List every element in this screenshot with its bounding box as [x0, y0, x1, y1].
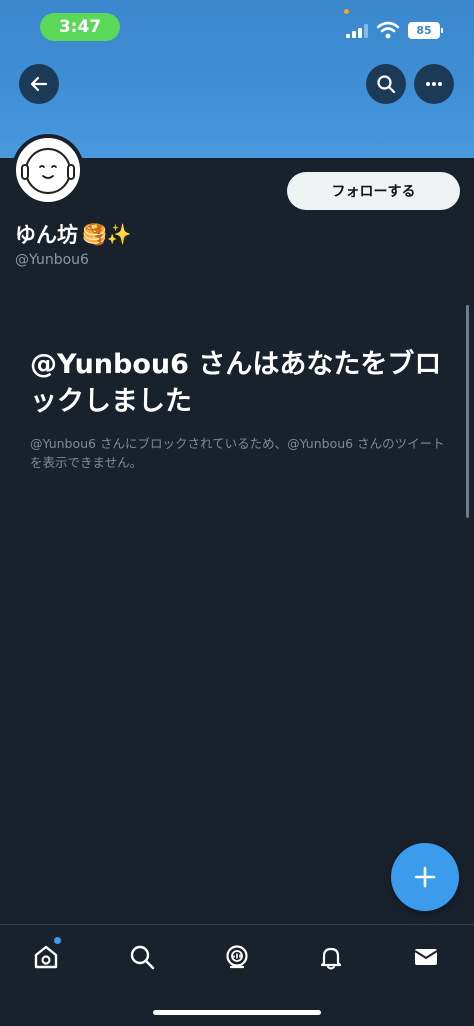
back-arrow-icon: [30, 76, 48, 92]
search-icon: [130, 945, 155, 970]
blocked-description: @Yunbou6 さんにブロックされているため、@Yunbou6 さんのツイート…: [30, 436, 445, 470]
display-name-text: ゆん坊: [15, 223, 78, 247]
wifi-icon: [377, 21, 399, 39]
blocked-title: @Yunbou6 さんはあなたをブロックしました: [30, 349, 442, 417]
cellular-signal-icon: [346, 24, 368, 38]
home-indicator[interactable]: [153, 1010, 321, 1015]
home-notification-dot: [54, 937, 61, 944]
more-icon: [426, 82, 442, 86]
tab-home[interactable]: [21, 937, 71, 977]
compose-tweet-button[interactable]: [391, 843, 459, 911]
mail-icon: [414, 949, 438, 965]
privacy-indicator-dot: [344, 9, 349, 14]
back-button[interactable]: [19, 64, 59, 104]
search-icon: [377, 75, 396, 94]
plus-icon: [414, 866, 436, 888]
battery-indicator: 85: [408, 22, 443, 39]
profile-screen: 3:47 85 フォローする ゆん坊 🥞✨ @Yunbou6 @Yunbou6 …: [0, 0, 474, 1026]
search-button[interactable]: [366, 64, 406, 104]
tab-notifications[interactable]: [306, 937, 356, 977]
display-name-emojis: 🥞✨: [82, 222, 132, 246]
follow-button[interactable]: フォローする: [287, 172, 460, 210]
avatar-character-image: [21, 148, 75, 194]
more-button[interactable]: [414, 64, 454, 104]
status-bar: 3:47 85: [0, 0, 474, 52]
scrollbar[interactable]: [466, 305, 469, 518]
spaces-icon: [226, 945, 248, 969]
profile-handle: @Yunbou6: [15, 252, 89, 268]
tab-spaces[interactable]: [212, 937, 262, 977]
profile-display-name: ゆん坊 🥞✨: [15, 219, 132, 249]
avatar[interactable]: [12, 134, 84, 206]
bell-icon: [320, 947, 342, 970]
tab-search[interactable]: [117, 937, 167, 977]
bottom-tab-bar: [0, 924, 474, 1026]
status-time: 3:47: [40, 13, 120, 41]
home-icon: [34, 945, 58, 969]
tab-messages[interactable]: [401, 937, 451, 977]
